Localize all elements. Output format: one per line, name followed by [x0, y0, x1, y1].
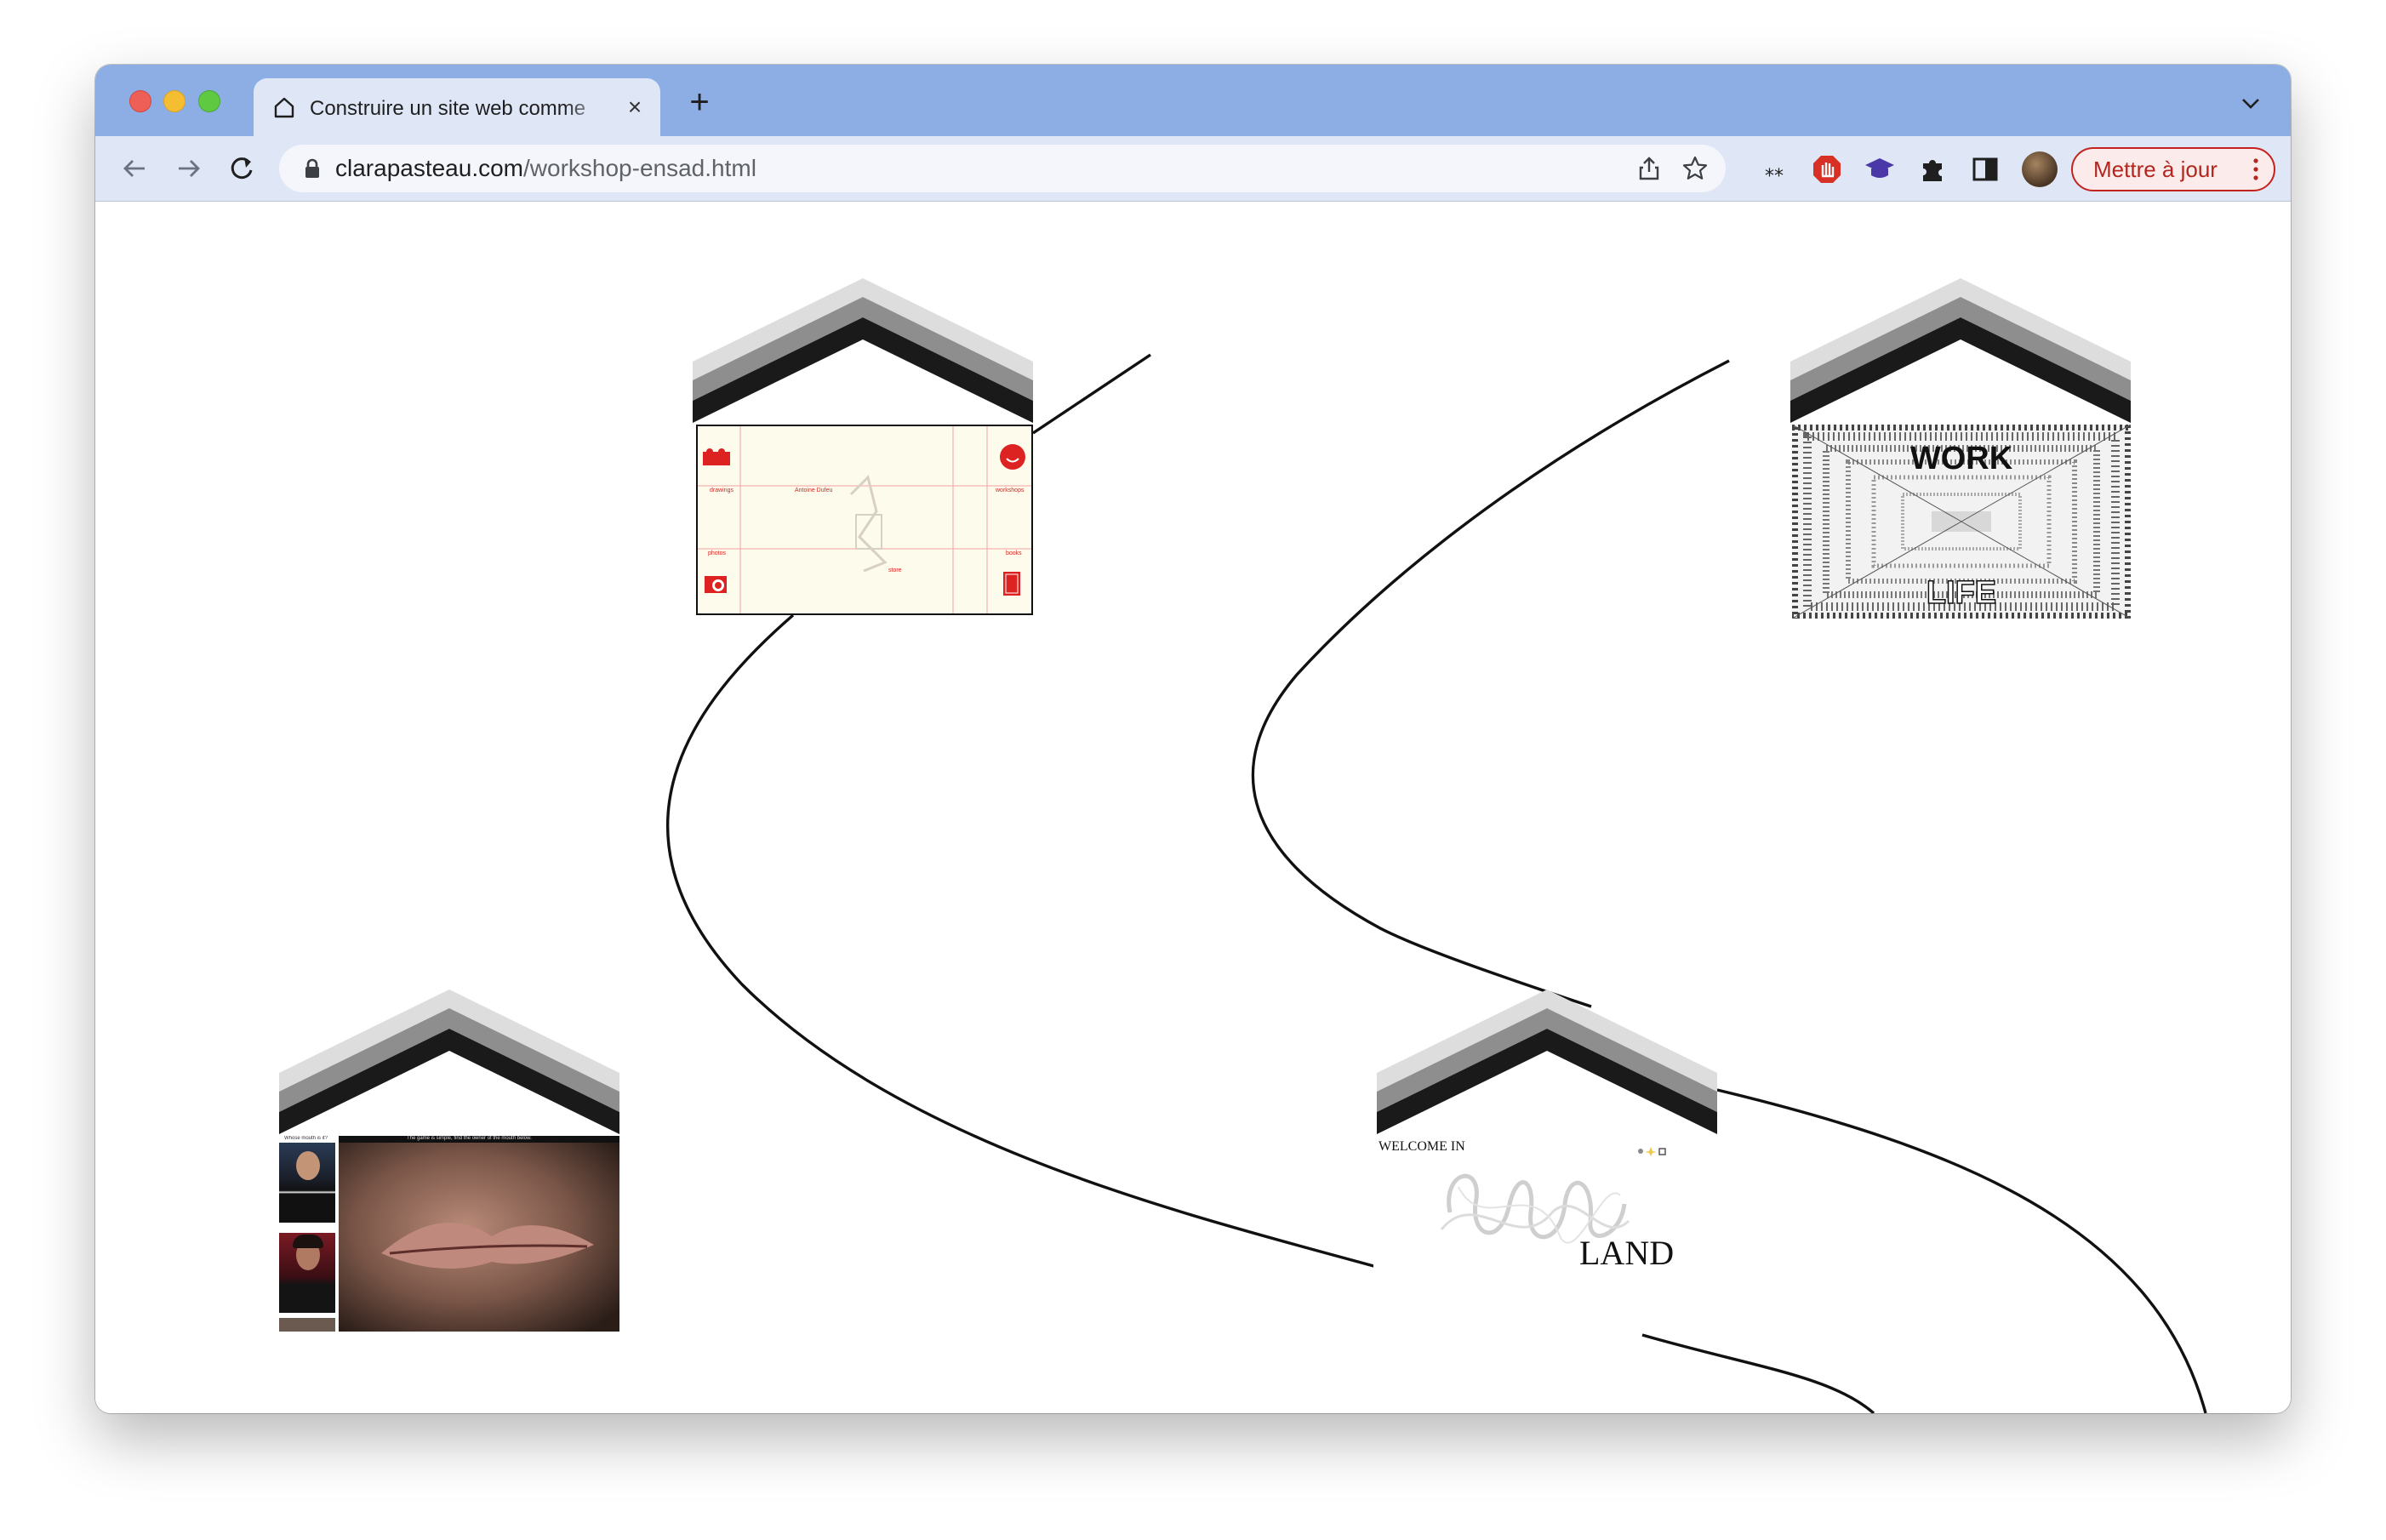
label-store: store [888, 568, 902, 573]
puzzle-icon[interactable] [1916, 153, 1949, 185]
graduation-cap-icon[interactable] [1864, 153, 1896, 185]
roof-icon [693, 278, 1033, 423]
forward-arrow-icon[interactable] [172, 151, 206, 185]
land-word: LAND [1579, 1234, 1675, 1272]
portrait-thumbnail[interactable] [279, 1143, 335, 1223]
mouth-game-instruction: The game is simple, find the owner of th… [407, 1136, 532, 1141]
lock-icon [305, 158, 319, 178]
minimize-window-button[interactable] [163, 90, 186, 112]
brick-icon [703, 448, 730, 465]
roof-icon [279, 990, 619, 1134]
url-domain: clarapasteau.com [335, 155, 524, 181]
page-content: drawings Antoine Dufeu workshops photos … [95, 202, 2291, 1413]
back-arrow-icon[interactable] [117, 151, 151, 185]
mouth-panel: The game is simple, find the owner of th… [339, 1136, 619, 1332]
site-thumbnail-work-life[interactable]: WORK LIFE [1792, 425, 2131, 619]
address-bar[interactable]: clarapasteau.com/workshop-ensad.html [279, 145, 1726, 192]
profile-avatar[interactable] [2022, 151, 2058, 187]
update-button[interactable]: Mettre à jour [2071, 147, 2275, 191]
label-drawings: drawings [710, 488, 734, 493]
roof-icon [1790, 278, 2131, 423]
smiley-icon [1000, 444, 1025, 470]
label-artist: Antoine Dufeu [795, 488, 833, 493]
tab-active[interactable]: Construire un site web comme × [254, 78, 660, 136]
extension-glasses-icon[interactable]: ⁎⁎ [1758, 153, 1790, 185]
home-icon [274, 97, 294, 118]
sparkle-icon [1638, 1147, 1666, 1156]
tab-title: Construire un site web comme [310, 97, 586, 120]
label-photos: photos [708, 550, 727, 556]
new-tab-button[interactable]: + [682, 85, 716, 121]
path-curve-3 [1251, 359, 1730, 1008]
reload-icon[interactable] [225, 151, 259, 185]
tab-close-icon[interactable]: × [623, 95, 647, 119]
book-icon [1003, 572, 1020, 596]
title-bar: Construire un site web comme × + [95, 65, 2291, 136]
work-word: WORK [1910, 441, 2013, 476]
roof-icon [1377, 990, 1717, 1134]
grid-lines [698, 426, 1031, 613]
bookmark-star-icon[interactable] [1681, 155, 1709, 182]
site-thumbnail-welcome-land[interactable]: WELCOME IN LAND [1373, 1136, 1717, 1306]
path-curve-1 [1032, 353, 1151, 435]
adblock-icon[interactable] [1811, 153, 1843, 185]
mouth-closeup-image [339, 1143, 619, 1332]
chevron-down-icon[interactable] [2240, 95, 2262, 112]
share-icon[interactable] [1635, 155, 1663, 182]
toolbar: clarapasteau.com/workshop-ensad.html ⁎⁎ … [95, 136, 2291, 253]
tunnel-image: WORK LIFE [1792, 425, 2131, 619]
site-thumbnail-website-map[interactable]: drawings Antoine Dufeu workshops photos … [696, 425, 1033, 615]
label-books: books [1006, 550, 1022, 556]
update-button-label: Mettre à jour [2093, 157, 2218, 182]
url-text: clarapasteau.com/workshop-ensad.html [335, 156, 756, 181]
portrait-thumbnail[interactable] [279, 1318, 335, 1332]
mouth-game-header: Whose mouth is it? [284, 1136, 328, 1141]
camera-icon [705, 576, 727, 593]
path-curve-4 [1716, 1088, 2207, 1413]
side-panel-icon[interactable] [1969, 153, 2001, 185]
path-curve-5 [1641, 1333, 1875, 1413]
browser-window: Construire un site web comme × + clarapa… [95, 65, 2291, 1413]
portrait-thumbnail[interactable] [279, 1233, 335, 1313]
label-workshops: workshops [996, 488, 1025, 493]
url-path: /workshop-ensad.html [523, 155, 756, 181]
site-thumbnail-whose-mouth[interactable]: Whose mouth is it? The game is simple, f… [279, 1136, 619, 1332]
close-window-button[interactable] [129, 90, 151, 112]
life-word: LIFE [1926, 575, 1996, 611]
more-menu-icon[interactable] [2253, 157, 2258, 181]
svg-text:⁎⁎: ⁎⁎ [1765, 160, 1784, 181]
maximize-window-button[interactable] [198, 90, 220, 112]
